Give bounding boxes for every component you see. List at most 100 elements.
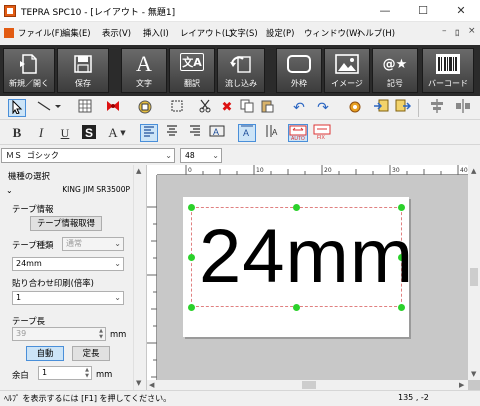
translate-label: 翻訳 — [184, 79, 200, 88]
export-icon[interactable] — [394, 99, 412, 117]
cut-icon[interactable] — [196, 99, 214, 117]
canvas-horizontal-scrollbar[interactable]: ◀ ▶ — [147, 380, 468, 390]
menu-file[interactable]: ファイル(F) — [18, 27, 63, 39]
auto-fit-icon[interactable]: AUTO — [288, 124, 308, 142]
new-open-button[interactable]: 新規／開く — [3, 48, 55, 93]
paste-icon[interactable] — [258, 99, 276, 117]
resize-handle[interactable] — [188, 204, 195, 211]
barcode-button[interactable]: バーコード — [422, 48, 474, 93]
menu-settings[interactable]: 設定(P) — [266, 27, 294, 39]
settings-icon[interactable] — [346, 99, 364, 117]
frame-select-icon[interactable] — [168, 99, 186, 117]
title-bar: TEPRA SPC10 - [レイアウト - 無題1] — ☐ ✕ — [0, 0, 480, 22]
align-icon[interactable] — [428, 99, 446, 117]
distribute-icon[interactable] — [454, 99, 472, 117]
menu-layout[interactable]: レイアウト(L) — [180, 27, 233, 39]
shadow-text-icon[interactable]: S — [80, 124, 98, 142]
align-left-icon[interactable] — [140, 124, 158, 142]
model-select[interactable]: ⌄ KING JIM SR3500P — [6, 184, 130, 198]
delete-icon[interactable]: ✖ — [218, 99, 236, 117]
translate-button[interactable]: 文A 翻訳 — [169, 48, 215, 93]
mdi-close-button[interactable]: × — [468, 26, 476, 36]
flow-in-button[interactable]: 流し込み — [217, 48, 265, 93]
ruler-label: 40 — [460, 167, 468, 174]
resize-handle[interactable] — [293, 304, 300, 311]
symbol-button[interactable]: @★ 記号 — [372, 48, 418, 93]
import-icon[interactable] — [372, 99, 390, 117]
minimize-button[interactable]: — — [366, 0, 404, 22]
mdi-minimize-button[interactable]: – — [442, 26, 447, 36]
resize-handle[interactable] — [398, 204, 405, 211]
bold-button[interactable]: B — [8, 124, 26, 142]
flow-in-icon — [228, 53, 254, 75]
label-page[interactable]: 24mm — [183, 197, 413, 337]
tape-type-select[interactable]: 通常 ⌄ — [62, 237, 124, 251]
chevron-down-icon[interactable]: ▼ — [118, 124, 128, 142]
scroll-left-arrow-icon[interactable]: ◀ — [149, 381, 154, 389]
print-icon[interactable] — [136, 99, 154, 117]
scroll-right-arrow-icon[interactable]: ▶ — [459, 381, 464, 389]
align-right-icon[interactable] — [186, 124, 204, 142]
image-button[interactable]: イメージ — [324, 48, 370, 93]
align-center-icon[interactable] — [163, 124, 181, 142]
outer-frame-button[interactable]: 外枠 — [276, 48, 322, 93]
redo-icon[interactable]: ↷ — [314, 99, 332, 117]
auto-length-button[interactable]: 自動 — [26, 346, 64, 361]
label-text[interactable]: 24mm — [199, 215, 414, 299]
scroll-thumb[interactable] — [302, 381, 316, 389]
menu-edit[interactable]: 編集(E) — [62, 27, 91, 39]
ribbon-icon[interactable] — [104, 99, 122, 117]
italic-button[interactable]: I — [32, 124, 50, 142]
copy-icon[interactable] — [238, 99, 256, 117]
margin-unit: mm — [96, 369, 113, 379]
margin-input[interactable]: 1 ▲ ▼ — [38, 366, 92, 380]
new-open-label: 新規／開く — [9, 79, 49, 88]
text-button[interactable]: A 文字 — [121, 48, 167, 93]
vertical-text-icon[interactable]: A — [262, 124, 280, 142]
save-button[interactable]: 保存 — [57, 48, 109, 93]
tape-length-input[interactable]: 39 ▲ ▼ — [12, 327, 106, 341]
scroll-down-arrow-icon[interactable]: ▼ — [471, 370, 476, 378]
get-tape-info-button[interactable]: テープ情報取得 — [30, 216, 102, 231]
line-icon[interactable] — [34, 99, 64, 117]
tape-length-value: 39 — [16, 329, 27, 338]
maximize-button[interactable]: ☐ — [404, 0, 442, 22]
undo-icon[interactable]: ↶ — [290, 99, 308, 117]
tape-width-select[interactable]: 24mm ⌄ — [12, 257, 124, 271]
menu-view[interactable]: 表示(V) — [102, 27, 131, 39]
status-bar: ﾍﾙﾌﾟ を表示するには [F1] を押してください。 135 , -2 — [0, 390, 480, 406]
underline-button[interactable]: U — [56, 124, 74, 142]
scroll-up-arrow-icon[interactable]: ▲ — [471, 167, 476, 175]
scroll-up-arrow-icon[interactable]: ▲ — [136, 167, 141, 175]
panel-scrollbar[interactable]: ▲ ▼ — [133, 165, 145, 390]
model-value: KING JIM SR3500P — [62, 185, 130, 194]
resize-handle[interactable] — [398, 304, 405, 311]
flow-in-label: 流し込み — [225, 79, 257, 88]
resize-handle[interactable] — [188, 304, 195, 311]
fix-size-icon[interactable]: FIX — [312, 124, 332, 142]
font-name-select[interactable]: ＭＳ ゴシック ⌄ — [1, 148, 175, 163]
scroll-down-arrow-icon[interactable]: ▼ — [136, 379, 141, 387]
spinner-arrows-icon[interactable]: ▲ ▼ — [97, 328, 105, 340]
menu-window[interactable]: ウィンドウ(W) — [304, 27, 361, 39]
table-icon[interactable] — [76, 99, 94, 117]
translate-icon: 文A — [180, 53, 204, 71]
menu-insert[interactable]: 挿入(I) — [143, 27, 169, 39]
fixed-length-button[interactable]: 定長 — [72, 346, 110, 361]
menu-text[interactable]: 文字(S) — [229, 27, 258, 39]
scroll-thumb[interactable] — [470, 268, 478, 286]
resize-handle[interactable] — [293, 204, 300, 211]
vertical-align-top-icon[interactable]: A — [238, 124, 256, 142]
text-box-icon[interactable]: A — [208, 124, 226, 142]
resize-handle[interactable] — [188, 254, 195, 261]
select-arrow-icon[interactable] — [8, 99, 26, 117]
spinner-arrows-icon[interactable]: ▲ ▼ — [83, 367, 91, 379]
mdi-restore-button[interactable]: ﾛ — [455, 26, 460, 39]
canvas-vertical-scrollbar[interactable]: ▲ ▼ — [468, 165, 480, 380]
font-size-select[interactable]: 48 ⌄ — [180, 148, 222, 163]
paste-print-select[interactable]: 1 ⌄ — [12, 291, 124, 305]
symbol-icon: @★ — [382, 56, 408, 72]
menu-help[interactable]: ヘルプ(H) — [357, 27, 395, 39]
close-button[interactable]: ✕ — [442, 0, 480, 22]
chevron-down-icon: ⌄ — [114, 239, 121, 248]
